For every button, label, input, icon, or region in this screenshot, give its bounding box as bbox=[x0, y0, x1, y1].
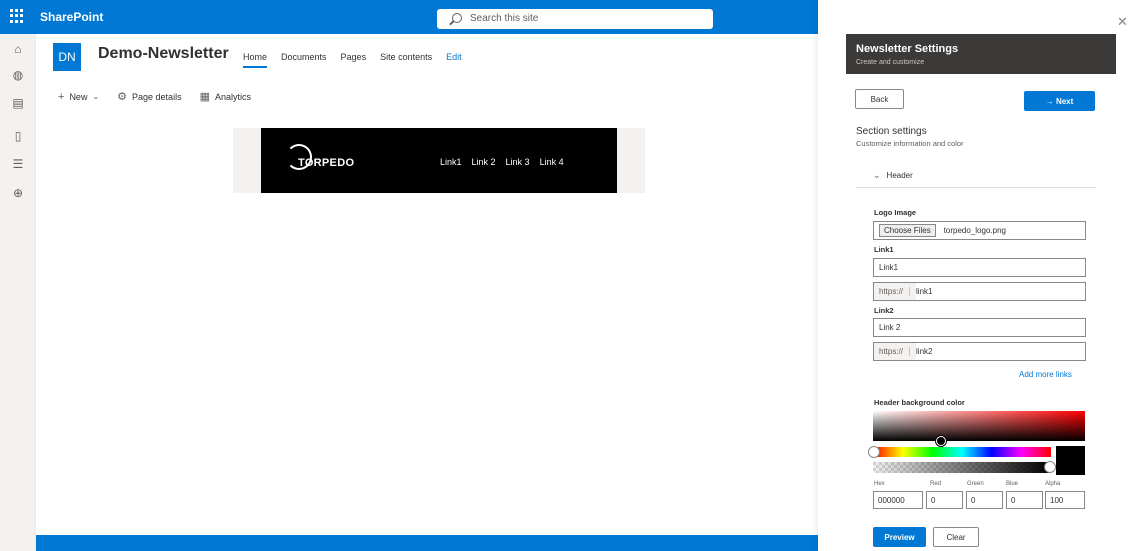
panel-header: Newsletter Settings Create and customize bbox=[846, 34, 1116, 74]
bg-color-label: Header background color bbox=[874, 398, 965, 407]
section-title: Section settings bbox=[856, 126, 927, 137]
divider bbox=[856, 187, 1096, 188]
analytics-button[interactable]: ▦ Analytics bbox=[200, 90, 251, 103]
torpedo-logo-text: TORPEDO bbox=[298, 157, 355, 169]
left-rail: ⌂ ◍ ▤ ▯ ☰ ⊕ bbox=[0, 34, 36, 551]
link1-url-value: link1 bbox=[916, 287, 933, 296]
hue-slider[interactable] bbox=[873, 447, 1051, 457]
globe-icon[interactable]: ◍ bbox=[11, 68, 25, 82]
choose-files-button[interactable]: Choose Files bbox=[879, 224, 936, 237]
clear-button[interactable]: Clear bbox=[933, 527, 979, 547]
panel-subtitle: Create and customize bbox=[856, 59, 925, 66]
link1-url-field[interactable]: https:// link1 bbox=[873, 282, 1086, 301]
saturation-thumb[interactable] bbox=[936, 436, 946, 446]
green-label: Green bbox=[967, 481, 984, 487]
logo-image-label: Logo Image bbox=[874, 208, 917, 217]
nav-site-contents[interactable]: Site contents bbox=[380, 52, 432, 68]
nav-edit-link[interactable]: Edit bbox=[446, 52, 462, 68]
site-logo[interactable]: DN bbox=[53, 43, 81, 71]
alpha-input[interactable]: 100 bbox=[1045, 491, 1085, 509]
link1-url-prefix: https:// bbox=[879, 287, 911, 296]
search-placeholder: Search this site bbox=[470, 13, 539, 24]
link1-label: Link1 bbox=[874, 245, 894, 254]
chevron-down-icon: ⌄ bbox=[92, 92, 100, 101]
analytics-icon: ▦ bbox=[199, 91, 210, 103]
search-icon bbox=[452, 13, 462, 23]
nav-home[interactable]: Home bbox=[243, 52, 268, 68]
red-label: Red bbox=[930, 481, 942, 487]
alpha-label: Alpha bbox=[1045, 481, 1061, 487]
link1-text-value: Link1 bbox=[879, 263, 899, 272]
panel-title: Newsletter Settings bbox=[856, 43, 959, 55]
link2-url-prefix: https:// bbox=[879, 347, 911, 356]
link2-url-field[interactable]: https:// link2 bbox=[873, 342, 1086, 361]
red-input[interactable]: 0 bbox=[926, 491, 963, 509]
color-swatch bbox=[1056, 446, 1085, 475]
back-button[interactable]: Back bbox=[855, 89, 904, 109]
blue-input[interactable]: 0 bbox=[1006, 491, 1043, 509]
green-input[interactable]: 0 bbox=[966, 491, 1003, 509]
add-more-links-link[interactable]: Add more links bbox=[1019, 370, 1072, 379]
preview-link-3[interactable]: Link 3 bbox=[506, 157, 530, 167]
plus-icon: + bbox=[58, 90, 65, 103]
chevron-down-icon: ⌄ bbox=[873, 170, 881, 180]
preview-links: Link1 Link 2 Link 3 Link 4 bbox=[440, 157, 564, 167]
hex-label: Hex bbox=[874, 481, 885, 487]
link2-label: Link2 bbox=[874, 306, 894, 315]
preview-button[interactable]: Preview bbox=[873, 527, 926, 547]
hex-input[interactable]: 000000 bbox=[873, 491, 923, 509]
analytics-label: Analytics bbox=[214, 91, 251, 102]
gear-icon: ⚙ bbox=[117, 91, 128, 103]
list-icon[interactable]: ☰ bbox=[11, 157, 25, 171]
link2-url-value: link2 bbox=[916, 347, 933, 356]
site-title[interactable]: Demo-Newsletter bbox=[98, 45, 229, 63]
alpha-slider[interactable] bbox=[873, 462, 1051, 473]
command-bar: + New ⌄ ⚙ Page details ▦ Analytics bbox=[58, 90, 251, 104]
preview-link-1[interactable]: Link1 bbox=[440, 157, 462, 167]
new-label: New bbox=[69, 91, 88, 102]
nav-pages[interactable]: Pages bbox=[341, 52, 367, 68]
logo-file-input[interactable]: Choose Files torpedo_logo.png bbox=[873, 221, 1086, 240]
nav-documents[interactable]: Documents bbox=[281, 52, 327, 68]
page-details-label: Page details bbox=[132, 91, 182, 102]
app-launcher-icon[interactable] bbox=[10, 9, 24, 23]
preview-link-4[interactable]: Link 4 bbox=[540, 157, 564, 167]
blue-label: Blue bbox=[1006, 481, 1019, 487]
header-accordion[interactable]: ⌄ Header bbox=[873, 170, 913, 181]
add-circle-icon[interactable]: ⊕ bbox=[11, 186, 25, 200]
site-navigation: Home Documents Pages Site contents Edit bbox=[243, 52, 462, 68]
file-name: torpedo_logo.png bbox=[943, 226, 1006, 235]
accordion-label: Header bbox=[886, 171, 913, 180]
suite-bar: SharePoint Search this site bbox=[0, 0, 818, 34]
section-subtitle: Customize information and color bbox=[856, 139, 964, 148]
alpha-slider-thumb[interactable] bbox=[1044, 461, 1056, 473]
link1-text-field[interactable]: Link1 bbox=[873, 258, 1086, 277]
color-saturation-area[interactable] bbox=[873, 411, 1085, 441]
next-button[interactable]: → Next bbox=[1024, 91, 1095, 111]
document-icon[interactable]: ▯ bbox=[11, 129, 25, 143]
home-icon[interactable]: ⌂ bbox=[11, 42, 25, 56]
search-input[interactable]: Search this site bbox=[437, 9, 713, 29]
new-button[interactable]: + New ⌄ bbox=[58, 91, 99, 103]
sharepoint-brand[interactable]: SharePoint bbox=[40, 10, 103, 24]
link2-text-value: Link 2 bbox=[879, 323, 901, 332]
link2-text-field[interactable]: Link 2 bbox=[873, 318, 1086, 337]
page-details-button[interactable]: ⚙ Page details bbox=[117, 90, 181, 103]
preview-link-2[interactable]: Link 2 bbox=[472, 157, 496, 167]
news-icon[interactable]: ▤ bbox=[11, 96, 25, 110]
footer-bar bbox=[36, 535, 818, 551]
hue-slider-thumb[interactable] bbox=[868, 446, 880, 458]
close-icon[interactable]: ✕ bbox=[1117, 14, 1128, 30]
